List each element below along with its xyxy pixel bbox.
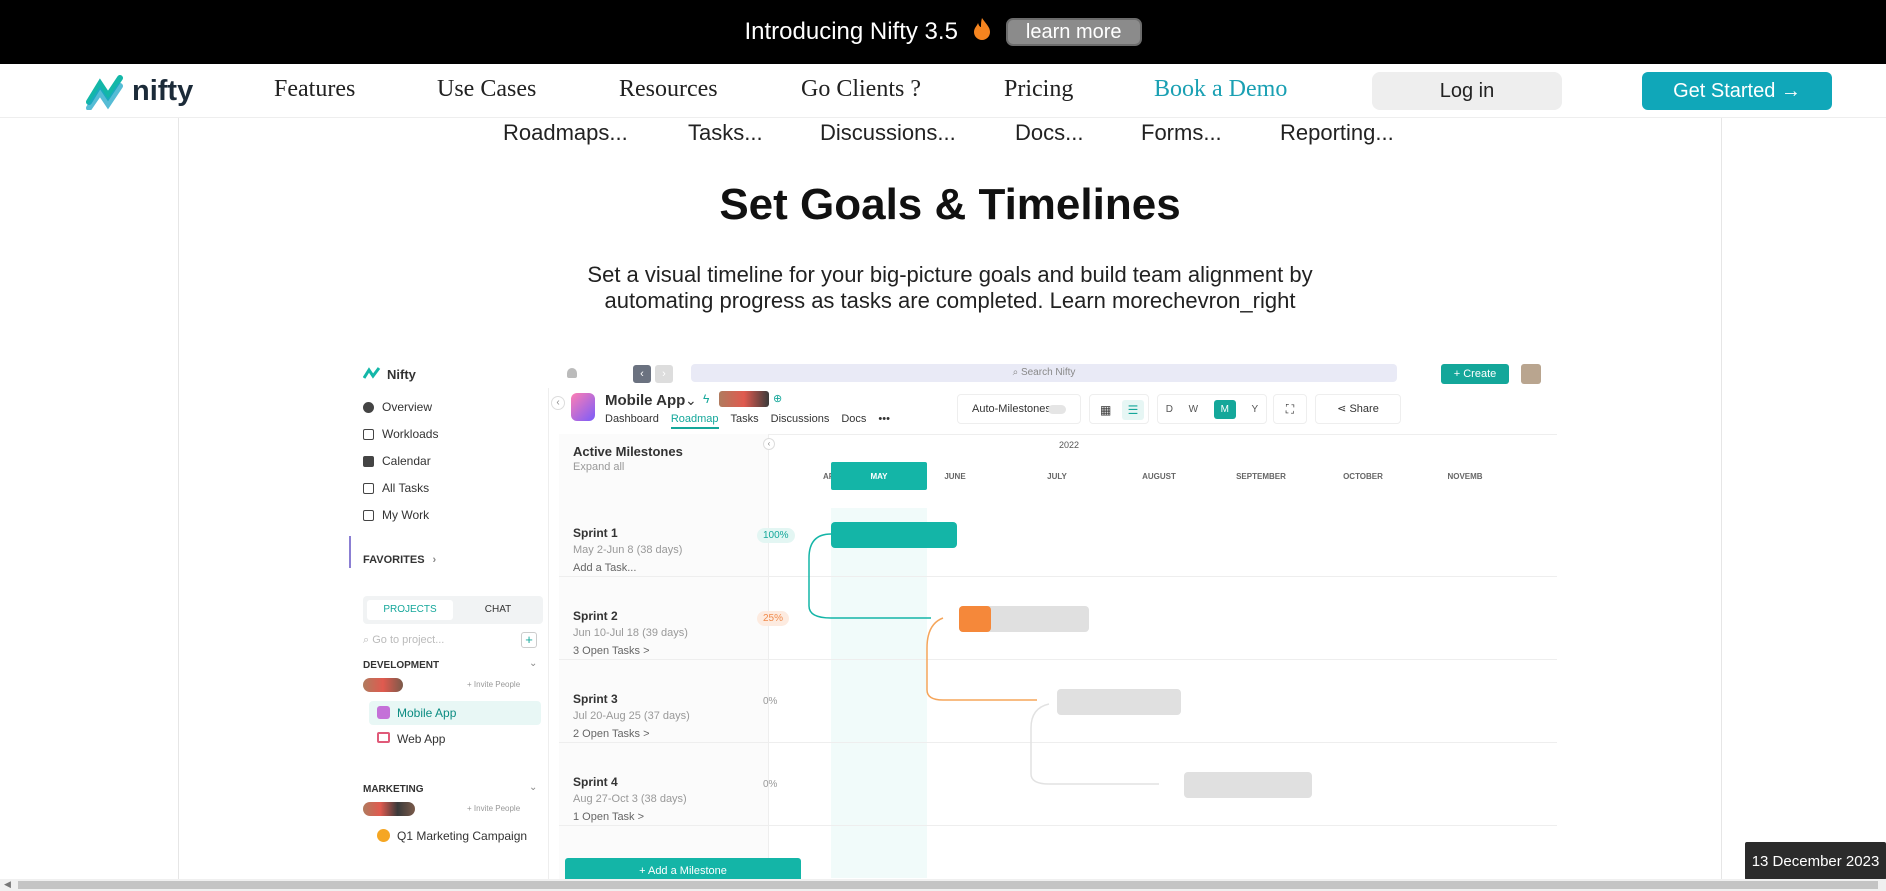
dependency-lines: [808, 533, 1159, 785]
nav-go-clients[interactable]: Go Clients ?: [801, 76, 921, 103]
get-started-button[interactable]: Get Started →: [1642, 72, 1832, 110]
member-avatars: [363, 678, 403, 692]
add-project-icon[interactable]: +: [521, 632, 537, 648]
subnav-reporting[interactable]: Reporting...: [1280, 120, 1394, 146]
sidebar-item-label: Overview: [382, 400, 433, 414]
create-button[interactable]: + Create: [1441, 364, 1509, 384]
invite-people-link[interactable]: + Invite People: [467, 804, 520, 813]
nifty-logo-icon: [86, 75, 123, 110]
description-line-2[interactable]: automating progress as tasks are complet…: [179, 288, 1721, 314]
project-label: Web App: [397, 732, 446, 746]
horizontal-scrollbar[interactable]: ◀: [0, 879, 1886, 891]
sidebar-item-overview[interactable]: Overview: [363, 400, 432, 414]
web-app-icon: [377, 732, 390, 743]
favorites-header[interactable]: FAVORITES ›: [363, 554, 436, 566]
chevron-right-icon: ›: [432, 554, 437, 566]
login-button[interactable]: Log in: [1372, 72, 1562, 110]
chevron-down-icon[interactable]: ⌄: [529, 658, 537, 669]
project-search-placeholder: Go to project...: [372, 634, 445, 646]
project-q1-marketing[interactable]: Q1 Marketing Campaign: [369, 826, 541, 848]
checklist-icon: [363, 509, 374, 521]
feature-section: Roadmaps... Tasks... Discussions... Docs…: [178, 118, 1722, 891]
app-sidebar: Overview Workloads Calendar All Tasks My…: [349, 388, 549, 891]
description-line-1: Set a visual timeline for your big-pictu…: [587, 262, 1313, 287]
subnav-discussions[interactable]: Discussions...: [820, 120, 956, 146]
group-marketing: MARKETING: [363, 784, 424, 795]
nav-pricing[interactable]: Pricing: [1004, 76, 1073, 103]
app-search-placeholder: Search Nifty: [1020, 367, 1076, 378]
forward-arrow-icon[interactable]: ›: [655, 365, 673, 383]
scrollbar-thumb[interactable]: [18, 881, 1878, 889]
banner-text: Introducing Nifty 3.5: [744, 18, 958, 45]
flame-icon: [972, 17, 992, 47]
subnav-docs[interactable]: Docs...: [1015, 120, 1083, 146]
app-brand: Nifty: [387, 367, 416, 382]
section-title: Set Goals & Timelines: [719, 180, 1181, 229]
subnav-tasks[interactable]: Tasks...: [688, 120, 763, 146]
overview-icon: [363, 401, 374, 413]
nav-features[interactable]: Features: [274, 76, 355, 103]
sidebar-item-label: All Tasks: [382, 481, 430, 495]
campaign-icon: [377, 829, 390, 842]
back-arrow-icon[interactable]: ‹: [633, 365, 651, 383]
subnav-forms[interactable]: Forms...: [1141, 120, 1222, 146]
announcement-banner: Introducing Nifty 3.5 learn more: [0, 0, 1886, 64]
sidebar-item-my-work[interactable]: My Work: [363, 508, 429, 522]
group-development: DEVELOPMENT: [363, 660, 440, 671]
logo-text: nifty: [132, 74, 194, 107]
scroll-left-icon[interactable]: ◀: [4, 879, 11, 890]
nav-use-cases[interactable]: Use Cases: [437, 76, 536, 103]
bell-icon[interactable]: [567, 368, 577, 378]
calendar-icon: [363, 455, 374, 467]
sidebar-tabs: PROJECTS CHAT: [363, 596, 543, 624]
tab-projects[interactable]: PROJECTS: [367, 600, 453, 620]
invite-people-link[interactable]: + Invite People: [467, 680, 520, 689]
nav-resources[interactable]: Resources: [619, 76, 718, 103]
sidebar-item-workloads[interactable]: Workloads: [363, 427, 438, 441]
tab-chat[interactable]: CHAT: [455, 600, 541, 620]
sprint-4-bar[interactable]: [1184, 772, 1312, 798]
project-label: Mobile App: [397, 706, 457, 720]
chevron-down-icon[interactable]: ⌄: [529, 782, 537, 793]
sidebar-item-label: Workloads: [382, 427, 439, 441]
project-search-input[interactable]: ⌕ Go to project...: [363, 634, 444, 647]
learn-more-button[interactable]: learn more: [1005, 18, 1142, 46]
roadmap-panel: ‹ Mobile App ⌄ ϟ ⊕ Dashboard Roadmap Tas…: [551, 388, 1557, 891]
project-mobile-app[interactable]: Mobile App: [369, 701, 541, 725]
list-icon: [363, 482, 374, 494]
taskbar-date: 13 December 2023: [1745, 842, 1886, 880]
nifty-mini-logo-icon: [363, 367, 381, 379]
sprint-3-bar[interactable]: [1057, 689, 1181, 715]
favorites-label: FAVORITES: [363, 554, 425, 566]
main-nav: nifty Features Use Cases Resources Go Cl…: [0, 64, 1886, 118]
sidebar-item-label: My Work: [382, 508, 430, 522]
mobile-app-icon: [377, 706, 390, 719]
nav-book-demo[interactable]: Book a Demo: [1154, 76, 1287, 103]
sidebar-item-label: Calendar: [382, 454, 431, 468]
chart-icon: [363, 428, 374, 440]
favorites-marker: [349, 536, 351, 568]
app-topbar: Nifty ‹ › ⌕ Search Nifty + Create: [349, 358, 1557, 388]
section-description: Set a visual timeline for your big-pictu…: [179, 262, 1721, 314]
subnav-roadmaps[interactable]: Roadmaps...: [503, 120, 628, 146]
app-search-input[interactable]: ⌕ Search Nifty: [691, 364, 1397, 382]
app-screenshot: Nifty ‹ › ⌕ Search Nifty + Create Overvi…: [349, 358, 1557, 891]
logo[interactable]: nifty: [86, 72, 193, 110]
avatar[interactable]: [1521, 364, 1541, 384]
project-label: Q1 Marketing Campaign: [397, 829, 528, 843]
member-avatars: [363, 802, 415, 816]
feature-subnav: Roadmaps... Tasks... Discussions... Docs…: [179, 120, 1721, 150]
sprint-2-progress-fill: [959, 606, 991, 632]
sidebar-item-calendar[interactable]: Calendar: [363, 454, 431, 468]
project-web-app[interactable]: Web App: [369, 728, 541, 750]
sidebar-item-all-tasks[interactable]: All Tasks: [363, 481, 429, 495]
sprint-1-bar[interactable]: [831, 522, 957, 548]
